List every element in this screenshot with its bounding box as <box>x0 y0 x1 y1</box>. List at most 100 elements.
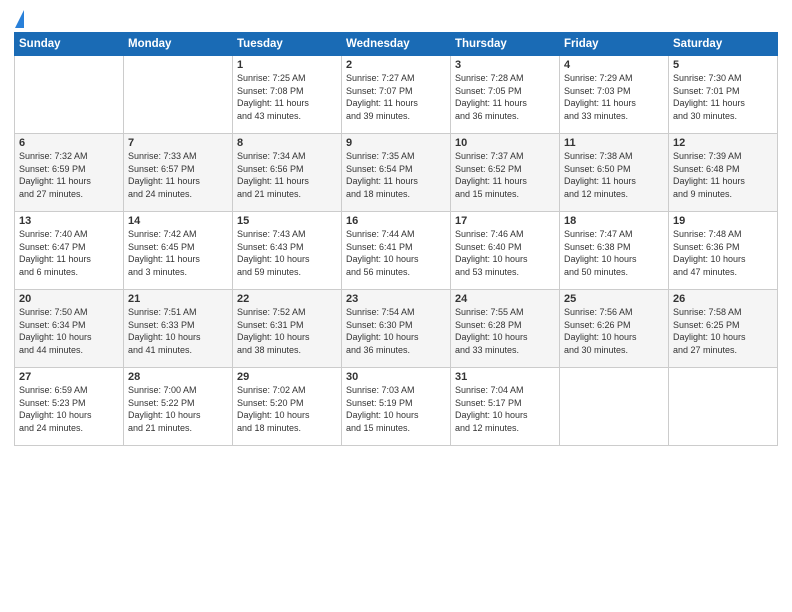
day-number: 11 <box>564 137 664 149</box>
calendar-cell: 23Sunrise: 7:54 AM Sunset: 6:30 PM Dayli… <box>342 290 451 368</box>
calendar-cell <box>15 56 124 134</box>
day-number: 5 <box>673 59 773 71</box>
calendar-cell: 13Sunrise: 7:40 AM Sunset: 6:47 PM Dayli… <box>15 212 124 290</box>
cell-info: Sunrise: 7:48 AM Sunset: 6:36 PM Dayligh… <box>673 228 773 278</box>
column-header-wednesday: Wednesday <box>342 33 451 56</box>
header-row: SundayMondayTuesdayWednesdayThursdayFrid… <box>15 33 778 56</box>
cell-info: Sunrise: 7:52 AM Sunset: 6:31 PM Dayligh… <box>237 306 337 356</box>
cell-info: Sunrise: 7:04 AM Sunset: 5:17 PM Dayligh… <box>455 384 555 434</box>
day-number: 20 <box>19 293 119 305</box>
day-number: 24 <box>455 293 555 305</box>
cell-info: Sunrise: 6:59 AM Sunset: 5:23 PM Dayligh… <box>19 384 119 434</box>
column-header-tuesday: Tuesday <box>233 33 342 56</box>
day-number: 18 <box>564 215 664 227</box>
main-container: SundayMondayTuesdayWednesdayThursdayFrid… <box>0 0 792 456</box>
day-number: 23 <box>346 293 446 305</box>
calendar-cell: 6Sunrise: 7:32 AM Sunset: 6:59 PM Daylig… <box>15 134 124 212</box>
day-number: 19 <box>673 215 773 227</box>
cell-info: Sunrise: 7:37 AM Sunset: 6:52 PM Dayligh… <box>455 150 555 200</box>
calendar-cell: 18Sunrise: 7:47 AM Sunset: 6:38 PM Dayli… <box>560 212 669 290</box>
calendar-cell: 31Sunrise: 7:04 AM Sunset: 5:17 PM Dayli… <box>451 368 560 446</box>
calendar-cell: 4Sunrise: 7:29 AM Sunset: 7:03 PM Daylig… <box>560 56 669 134</box>
calendar-table: SundayMondayTuesdayWednesdayThursdayFrid… <box>14 32 778 446</box>
logo-triangle-icon <box>15 10 24 28</box>
day-number: 12 <box>673 137 773 149</box>
day-number: 17 <box>455 215 555 227</box>
cell-info: Sunrise: 7:32 AM Sunset: 6:59 PM Dayligh… <box>19 150 119 200</box>
cell-info: Sunrise: 7:40 AM Sunset: 6:47 PM Dayligh… <box>19 228 119 278</box>
day-number: 8 <box>237 137 337 149</box>
calendar-cell: 25Sunrise: 7:56 AM Sunset: 6:26 PM Dayli… <box>560 290 669 368</box>
column-header-monday: Monday <box>124 33 233 56</box>
calendar-cell: 2Sunrise: 7:27 AM Sunset: 7:07 PM Daylig… <box>342 56 451 134</box>
calendar-body: 1Sunrise: 7:25 AM Sunset: 7:08 PM Daylig… <box>15 56 778 446</box>
calendar-cell <box>560 368 669 446</box>
calendar-cell: 12Sunrise: 7:39 AM Sunset: 6:48 PM Dayli… <box>669 134 778 212</box>
cell-info: Sunrise: 7:54 AM Sunset: 6:30 PM Dayligh… <box>346 306 446 356</box>
week-row-4: 20Sunrise: 7:50 AM Sunset: 6:34 PM Dayli… <box>15 290 778 368</box>
calendar-cell: 21Sunrise: 7:51 AM Sunset: 6:33 PM Dayli… <box>124 290 233 368</box>
cell-info: Sunrise: 7:44 AM Sunset: 6:41 PM Dayligh… <box>346 228 446 278</box>
calendar-cell: 26Sunrise: 7:58 AM Sunset: 6:25 PM Dayli… <box>669 290 778 368</box>
column-header-saturday: Saturday <box>669 33 778 56</box>
calendar-cell: 1Sunrise: 7:25 AM Sunset: 7:08 PM Daylig… <box>233 56 342 134</box>
day-number: 25 <box>564 293 664 305</box>
day-number: 10 <box>455 137 555 149</box>
calendar-cell: 19Sunrise: 7:48 AM Sunset: 6:36 PM Dayli… <box>669 212 778 290</box>
calendar-cell: 29Sunrise: 7:02 AM Sunset: 5:20 PM Dayli… <box>233 368 342 446</box>
day-number: 4 <box>564 59 664 71</box>
day-number: 3 <box>455 59 555 71</box>
column-header-sunday: Sunday <box>15 33 124 56</box>
day-number: 14 <box>128 215 228 227</box>
cell-info: Sunrise: 7:27 AM Sunset: 7:07 PM Dayligh… <box>346 72 446 122</box>
calendar-cell: 28Sunrise: 7:00 AM Sunset: 5:22 PM Dayli… <box>124 368 233 446</box>
cell-info: Sunrise: 7:33 AM Sunset: 6:57 PM Dayligh… <box>128 150 228 200</box>
calendar-cell: 24Sunrise: 7:55 AM Sunset: 6:28 PM Dayli… <box>451 290 560 368</box>
day-number: 31 <box>455 371 555 383</box>
day-number: 22 <box>237 293 337 305</box>
cell-info: Sunrise: 7:29 AM Sunset: 7:03 PM Dayligh… <box>564 72 664 122</box>
calendar-header: SundayMondayTuesdayWednesdayThursdayFrid… <box>15 33 778 56</box>
day-number: 16 <box>346 215 446 227</box>
day-number: 1 <box>237 59 337 71</box>
calendar-cell: 22Sunrise: 7:52 AM Sunset: 6:31 PM Dayli… <box>233 290 342 368</box>
cell-info: Sunrise: 7:03 AM Sunset: 5:19 PM Dayligh… <box>346 384 446 434</box>
week-row-5: 27Sunrise: 6:59 AM Sunset: 5:23 PM Dayli… <box>15 368 778 446</box>
cell-info: Sunrise: 7:56 AM Sunset: 6:26 PM Dayligh… <box>564 306 664 356</box>
calendar-cell: 17Sunrise: 7:46 AM Sunset: 6:40 PM Dayli… <box>451 212 560 290</box>
week-row-2: 6Sunrise: 7:32 AM Sunset: 6:59 PM Daylig… <box>15 134 778 212</box>
calendar-cell <box>669 368 778 446</box>
day-number: 13 <box>19 215 119 227</box>
calendar-cell: 20Sunrise: 7:50 AM Sunset: 6:34 PM Dayli… <box>15 290 124 368</box>
logo-image <box>14 10 24 28</box>
week-row-1: 1Sunrise: 7:25 AM Sunset: 7:08 PM Daylig… <box>15 56 778 134</box>
calendar-cell: 7Sunrise: 7:33 AM Sunset: 6:57 PM Daylig… <box>124 134 233 212</box>
day-number: 21 <box>128 293 228 305</box>
column-header-thursday: Thursday <box>451 33 560 56</box>
calendar-cell: 10Sunrise: 7:37 AM Sunset: 6:52 PM Dayli… <box>451 134 560 212</box>
calendar-cell: 11Sunrise: 7:38 AM Sunset: 6:50 PM Dayli… <box>560 134 669 212</box>
day-number: 7 <box>128 137 228 149</box>
cell-info: Sunrise: 7:47 AM Sunset: 6:38 PM Dayligh… <box>564 228 664 278</box>
week-row-3: 13Sunrise: 7:40 AM Sunset: 6:47 PM Dayli… <box>15 212 778 290</box>
calendar-cell: 30Sunrise: 7:03 AM Sunset: 5:19 PM Dayli… <box>342 368 451 446</box>
cell-info: Sunrise: 7:42 AM Sunset: 6:45 PM Dayligh… <box>128 228 228 278</box>
day-number: 26 <box>673 293 773 305</box>
cell-info: Sunrise: 7:51 AM Sunset: 6:33 PM Dayligh… <box>128 306 228 356</box>
calendar-cell: 8Sunrise: 7:34 AM Sunset: 6:56 PM Daylig… <box>233 134 342 212</box>
calendar-cell: 15Sunrise: 7:43 AM Sunset: 6:43 PM Dayli… <box>233 212 342 290</box>
cell-info: Sunrise: 7:50 AM Sunset: 6:34 PM Dayligh… <box>19 306 119 356</box>
cell-info: Sunrise: 7:30 AM Sunset: 7:01 PM Dayligh… <box>673 72 773 122</box>
header <box>14 10 778 24</box>
cell-info: Sunrise: 7:25 AM Sunset: 7:08 PM Dayligh… <box>237 72 337 122</box>
calendar-cell: 3Sunrise: 7:28 AM Sunset: 7:05 PM Daylig… <box>451 56 560 134</box>
cell-info: Sunrise: 7:58 AM Sunset: 6:25 PM Dayligh… <box>673 306 773 356</box>
calendar-cell: 16Sunrise: 7:44 AM Sunset: 6:41 PM Dayli… <box>342 212 451 290</box>
day-number: 28 <box>128 371 228 383</box>
cell-info: Sunrise: 7:02 AM Sunset: 5:20 PM Dayligh… <box>237 384 337 434</box>
cell-info: Sunrise: 7:46 AM Sunset: 6:40 PM Dayligh… <box>455 228 555 278</box>
cell-info: Sunrise: 7:35 AM Sunset: 6:54 PM Dayligh… <box>346 150 446 200</box>
cell-info: Sunrise: 7:43 AM Sunset: 6:43 PM Dayligh… <box>237 228 337 278</box>
calendar-cell: 5Sunrise: 7:30 AM Sunset: 7:01 PM Daylig… <box>669 56 778 134</box>
day-number: 2 <box>346 59 446 71</box>
